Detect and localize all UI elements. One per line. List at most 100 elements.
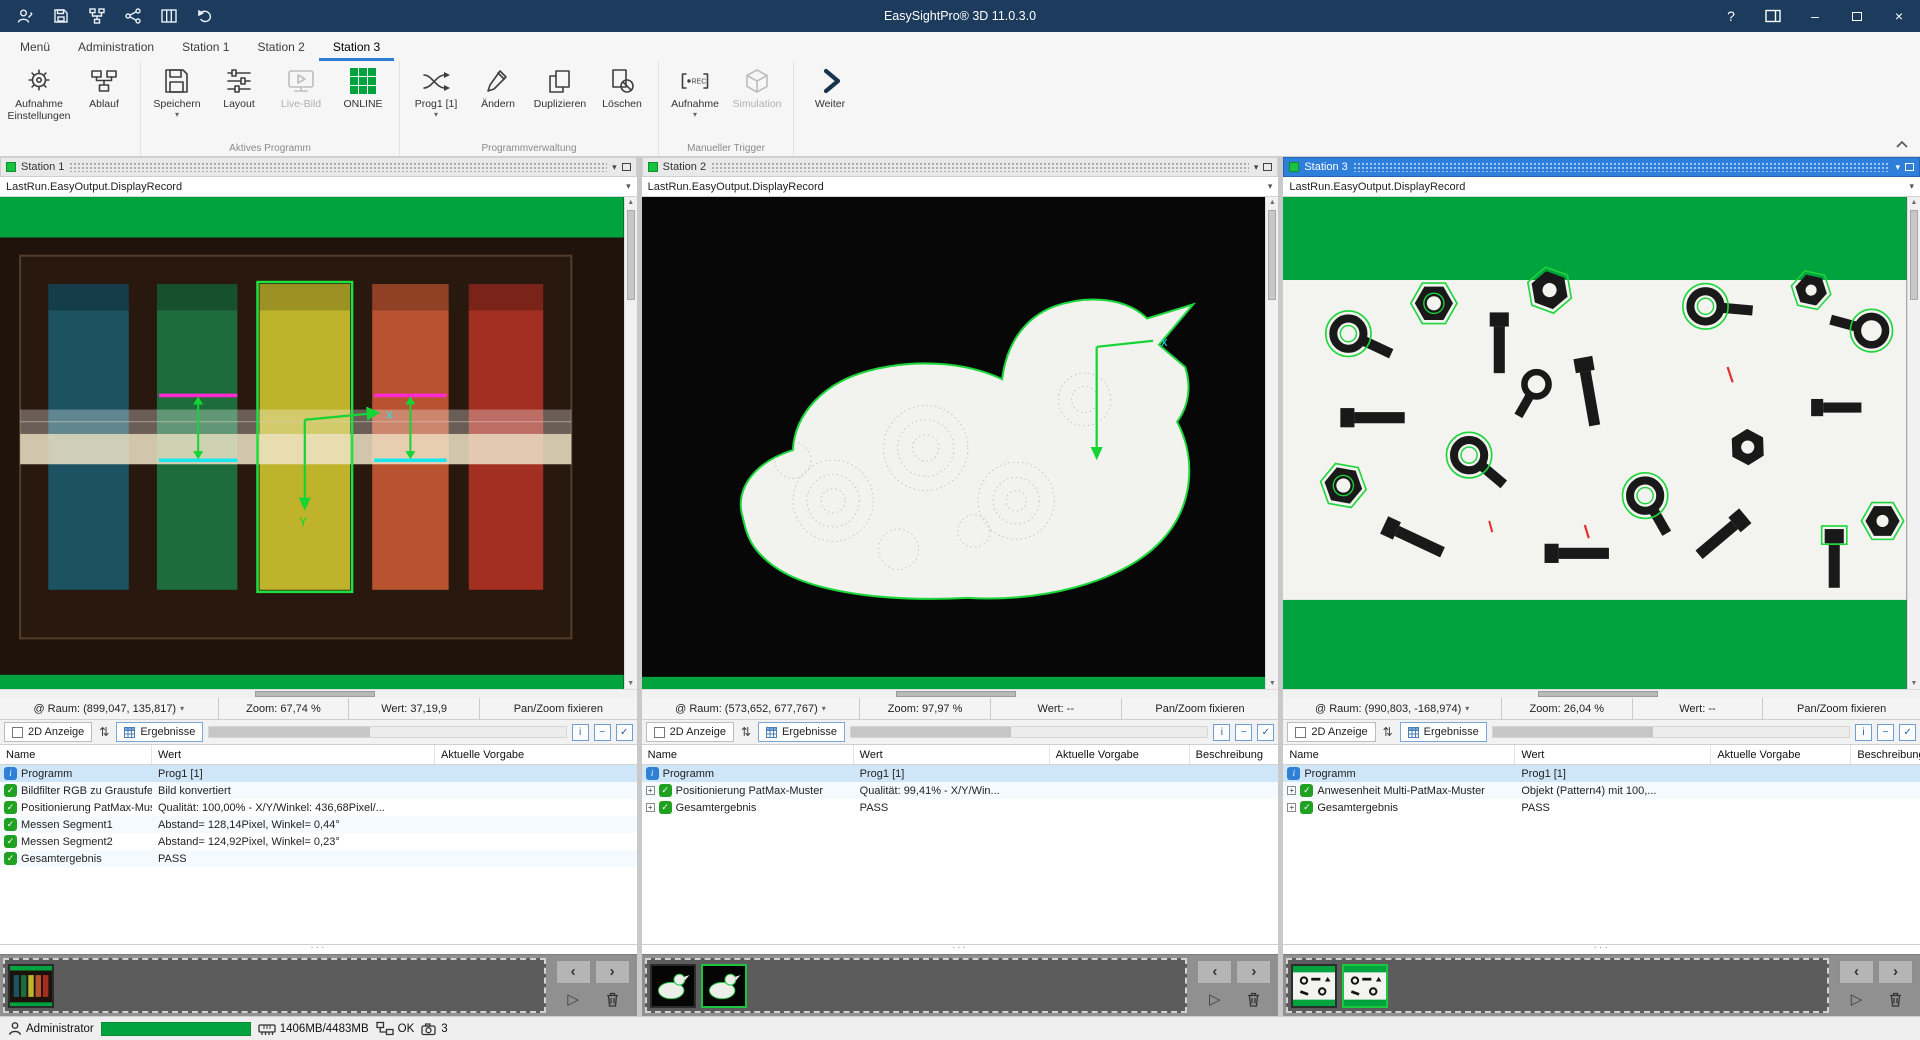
tab-menu[interactable]: Menü xyxy=(6,32,64,61)
vertical-scrollbar[interactable]: ▲ ▼ xyxy=(1907,197,1920,689)
expand-icon[interactable]: + xyxy=(1287,786,1296,795)
weiter-button[interactable]: Weiter xyxy=(800,64,860,110)
pan-zoom-fix-toggle[interactable]: Pan/Zoom fixieren xyxy=(1122,698,1279,719)
tab-station-1[interactable]: Station 1 xyxy=(168,32,243,61)
splitter-grip[interactable]: ··· xyxy=(0,945,637,954)
station-3-header[interactable]: Station 3 ▾ xyxy=(1283,157,1920,177)
tab-ergebnisse[interactable]: Ergebnisse xyxy=(758,722,845,742)
camera-image-station-3[interactable] xyxy=(1283,197,1907,689)
tab-ergebnisse[interactable]: Ergebnisse xyxy=(1400,722,1487,742)
tab-ergebnisse[interactable]: Ergebnisse xyxy=(116,722,203,742)
expand-icon[interactable]: + xyxy=(646,786,655,795)
pan-zoom-fix-toggle[interactable]: Pan/Zoom fixieren xyxy=(480,698,637,719)
record-thumbnail[interactable] xyxy=(650,964,696,1008)
column-header[interactable]: Wert xyxy=(854,745,1050,764)
sort-icon[interactable]: ⇅ xyxy=(1381,725,1395,739)
chevron-down-icon[interactable]: ▾ xyxy=(612,162,617,172)
collapse-rows-button[interactable]: − xyxy=(594,724,611,741)
duplizieren-button[interactable]: Duplizieren xyxy=(530,64,590,110)
station-2-header[interactable]: Station 2 ▾ xyxy=(642,157,1279,177)
splitter-grip[interactable]: ··· xyxy=(642,945,1279,954)
maximize-button[interactable] xyxy=(1836,0,1878,32)
scroll-up-arrow[interactable]: ▲ xyxy=(627,197,634,208)
column-header[interactable]: Name xyxy=(0,745,152,764)
loeschen-button[interactable]: Löschen xyxy=(592,64,652,110)
next-record-button[interactable]: › xyxy=(595,960,630,984)
scroll-up-arrow[interactable]: ▲ xyxy=(1269,197,1276,208)
scrollbar-thumb[interactable] xyxy=(209,727,369,737)
layout-columns-icon[interactable] xyxy=(154,3,184,29)
scrollbar-thumb[interactable] xyxy=(1493,727,1653,737)
aufnahme-button[interactable]: REC Aufnahme ▾ xyxy=(665,64,725,118)
record-thumbnail[interactable] xyxy=(1291,964,1337,1008)
column-header[interactable]: Aktuelle Vorgabe xyxy=(1050,745,1190,764)
minimize-button[interactable]: – xyxy=(1794,0,1836,32)
scrollbar-thumb[interactable] xyxy=(896,691,1016,697)
topology-icon[interactable] xyxy=(82,3,112,29)
tab-station-3[interactable]: Station 3 xyxy=(319,32,394,61)
column-header[interactable]: Beschreibung xyxy=(1190,745,1279,764)
chevron-down-icon[interactable]: ▾ xyxy=(175,112,179,118)
vertical-scrollbar[interactable]: ▲ ▼ xyxy=(624,197,637,689)
aendern-button[interactable]: Ändern xyxy=(468,64,528,110)
vertical-scrollbar[interactable]: ▲ ▼ xyxy=(1265,197,1278,689)
scrollbar-thumb[interactable] xyxy=(1268,210,1276,300)
table-row[interactable]: ✓Gesamtergebnis PASS xyxy=(0,850,637,867)
close-button[interactable]: × xyxy=(1878,0,1920,32)
table-row[interactable]: ✓Bildfilter RGB zu Graustufen Bild konve… xyxy=(0,782,637,799)
scrollbar-thumb[interactable] xyxy=(627,210,635,300)
prev-record-button[interactable]: ‹ xyxy=(556,960,591,984)
collapse-rows-button[interactable]: − xyxy=(1877,724,1894,741)
column-header[interactable]: Aktuelle Vorgabe xyxy=(435,745,637,764)
raum-readout[interactable]: @ Raum: (990,803, -168,974)▾ xyxy=(1283,698,1502,719)
scrollbar-thumb[interactable] xyxy=(851,727,1011,737)
horizontal-scrollbar[interactable] xyxy=(850,726,1208,738)
collapse-rows-button[interactable]: − xyxy=(1235,724,1252,741)
layout-button[interactable]: Layout xyxy=(209,64,269,110)
table-row[interactable]: ✓Messen Segment2 Abstand= 124,92Pixel, W… xyxy=(0,833,637,850)
expand-icon[interactable]: + xyxy=(1287,803,1296,812)
scroll-down-arrow[interactable]: ▼ xyxy=(627,678,634,689)
delete-record-button[interactable] xyxy=(1878,988,1913,1012)
scrollbar-track[interactable] xyxy=(1908,208,1920,678)
info-button[interactable]: i xyxy=(572,724,589,741)
sort-icon[interactable]: ⇅ xyxy=(97,725,111,739)
panel-layout-icon[interactable] xyxy=(1752,0,1794,32)
scrollbar-thumb[interactable] xyxy=(1910,210,1918,300)
column-header[interactable]: Beschreibung xyxy=(1851,745,1920,764)
tab-administration[interactable]: Administration xyxy=(64,32,168,61)
float-window-icon[interactable] xyxy=(1263,163,1272,171)
horizontal-scrollbar[interactable] xyxy=(0,689,637,698)
table-row[interactable]: ✓Positionierung PatMax-Muster Qualität: … xyxy=(0,799,637,816)
column-header[interactable]: Wert xyxy=(1515,745,1711,764)
horizontal-scrollbar[interactable] xyxy=(208,726,566,738)
chevron-down-icon[interactable]: ▾ xyxy=(1254,162,1259,172)
help-button[interactable]: ? xyxy=(1710,0,1752,32)
select-results-button[interactable]: ✓ xyxy=(1257,724,1274,741)
prog1-button[interactable]: Prog1 [1] ▾ xyxy=(406,64,466,118)
collapse-ribbon-button[interactable] xyxy=(1892,136,1912,152)
prev-record-button[interactable]: ‹ xyxy=(1839,960,1874,984)
play-record-button[interactable]: ▷ xyxy=(556,988,591,1012)
record-thumbnail[interactable] xyxy=(1342,964,1388,1008)
table-row[interactable]: +✓Anwesenheit Multi-PatMax-Muster Objekt… xyxy=(1283,782,1920,799)
next-record-button[interactable]: › xyxy=(1878,960,1913,984)
horizontal-scrollbar[interactable] xyxy=(1283,689,1920,698)
scroll-up-arrow[interactable]: ▲ xyxy=(1911,197,1918,208)
record-dropdown[interactable]: LastRun.EasyOutput.DisplayRecord ▾ xyxy=(0,177,637,197)
record-thumbnail[interactable] xyxy=(701,964,747,1008)
undo-icon[interactable] xyxy=(190,3,220,29)
tab-station-2[interactable]: Station 2 xyxy=(243,32,318,61)
record-thumbnail[interactable] xyxy=(8,964,54,1008)
camera-image-station-2[interactable]: x xyxy=(642,197,1266,689)
2d-anzeige-checkbox[interactable]: 2D Anzeige xyxy=(4,722,92,742)
user-edit-icon[interactable] xyxy=(10,3,40,29)
select-results-button[interactable]: ✓ xyxy=(1899,724,1916,741)
play-record-button[interactable]: ▷ xyxy=(1839,988,1874,1012)
record-dropdown[interactable]: LastRun.EasyOutput.DisplayRecord ▾ xyxy=(642,177,1279,197)
chevron-down-icon[interactable]: ▾ xyxy=(1895,162,1900,172)
table-row[interactable]: iProgramm Prog1 [1] xyxy=(642,765,1279,782)
column-header[interactable]: Name xyxy=(642,745,854,764)
speichern-button[interactable]: Speichern ▾ xyxy=(147,64,207,118)
pan-zoom-fix-toggle[interactable]: Pan/Zoom fixieren xyxy=(1763,698,1920,719)
